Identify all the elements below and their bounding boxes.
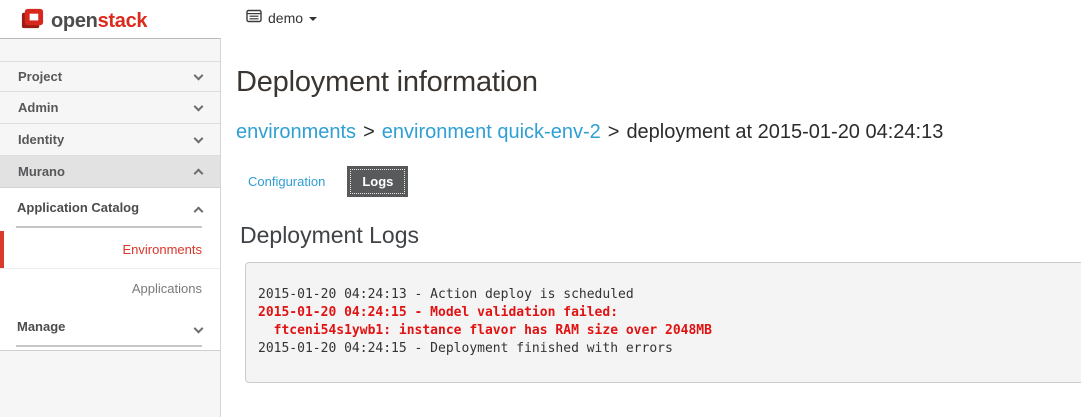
sidebar-group-application-catalog[interactable]: Application Catalog <box>0 188 220 231</box>
brand-text: openstack <box>51 10 147 33</box>
sidebar: Project Admin Identity Murano Applicatio… <box>0 38 221 417</box>
group-underline <box>16 226 202 228</box>
sidebar-item-label: Admin <box>18 100 58 115</box>
tab-logs[interactable]: Logs <box>347 166 408 197</box>
user-menu[interactable]: demo <box>246 9 317 26</box>
tab-bar: Configuration Logs <box>248 166 1081 196</box>
breadcrumb-current: deployment at 2015-01-20 04:24:13 <box>626 121 943 143</box>
top-navbar: openstack demo <box>0 0 1081 38</box>
brand-stack: stack <box>98 10 148 32</box>
sidebar-filler <box>0 351 220 417</box>
main-content: Deployment information environments>envi… <box>222 38 1081 417</box>
chevron-up-icon <box>194 206 204 216</box>
breadcrumb-link-environment[interactable]: environment quick-env-2 <box>382 121 601 143</box>
log-line: 2015-01-20 04:24:13 - Action deploy is s… <box>258 286 1081 304</box>
openstack-cube-icon <box>20 6 45 36</box>
breadcrumb-separator: > <box>608 121 620 143</box>
sidebar-item-label: Murano <box>18 164 65 179</box>
sidebar-group-label: Application Catalog <box>17 200 139 215</box>
sidebar-item-label: Identity <box>18 132 64 147</box>
chevron-down-icon <box>194 70 204 80</box>
sidebar-item-label: Project <box>18 69 62 84</box>
sidebar-item-project[interactable]: Project <box>0 62 220 92</box>
brand-open: open <box>51 10 98 32</box>
list-alt-icon <box>246 9 262 26</box>
section-title: Deployment Logs <box>240 222 1081 249</box>
sidebar-item-identity[interactable]: Identity <box>0 124 220 156</box>
chevron-down-icon <box>194 101 204 111</box>
active-indicator <box>0 231 4 268</box>
sidebar-item-label: Environments <box>123 242 202 257</box>
chevron-up-icon <box>194 168 204 178</box>
chevron-down-icon <box>194 133 204 143</box>
log-line: 2015-01-20 04:24:15 - Model validation f… <box>258 304 1081 322</box>
log-line: ftceni54s1ywb1: instance flavor has RAM … <box>258 322 1081 340</box>
openstack-logo[interactable]: openstack <box>20 6 147 36</box>
sidebar-item-admin[interactable]: Admin <box>0 92 220 124</box>
group-underline <box>16 345 202 347</box>
sidebar-item-environments[interactable]: Environments <box>0 231 220 269</box>
tab-configuration[interactable]: Configuration <box>248 174 325 189</box>
sidebar-spacer <box>0 39 220 62</box>
sidebar-item-murano[interactable]: Murano <box>0 156 220 188</box>
breadcrumb-link-environments[interactable]: environments <box>236 121 356 143</box>
user-menu-label: demo <box>268 10 303 26</box>
sidebar-item-label: Applications <box>132 281 202 296</box>
deployment-log-box: 2015-01-20 04:24:13 - Action deploy is s… <box>245 262 1081 383</box>
breadcrumb-separator: > <box>363 121 375 143</box>
sidebar-group-label: Manage <box>17 319 65 334</box>
breadcrumb: environments > environment quick-env-2 > dep… <box>236 121 1081 144</box>
sidebar-item-applications[interactable]: Applications <box>0 269 220 309</box>
sidebar-group-manage[interactable]: Manage <box>0 309 220 350</box>
caret-down-icon <box>309 17 317 21</box>
page-title: Deployment information <box>236 66 1081 99</box>
sidebar-panel-area: Application Catalog Environments Applica… <box>0 188 220 351</box>
chevron-down-icon <box>194 323 204 333</box>
log-line: 2015-01-20 04:24:15 - Deployment finishe… <box>258 340 1081 358</box>
